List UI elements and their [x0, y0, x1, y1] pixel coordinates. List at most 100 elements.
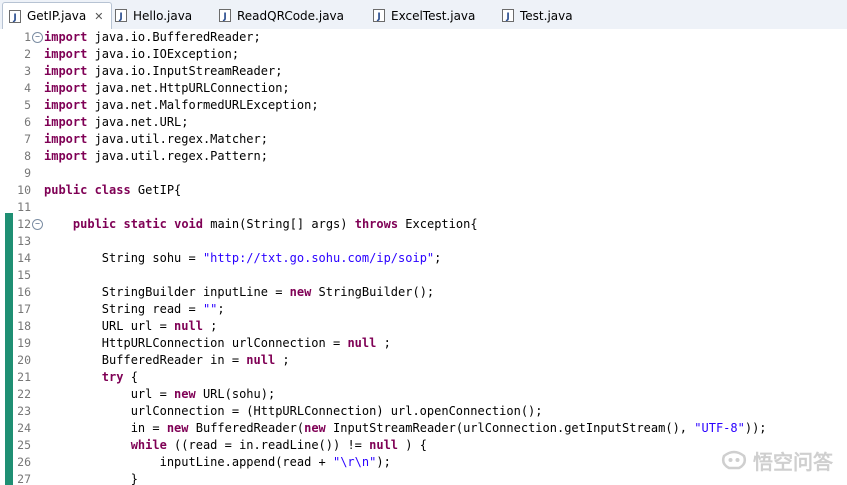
fold-toggle-icon[interactable]: − [32, 32, 43, 43]
string-token: "UTF-8" [694, 421, 745, 435]
line-number: 2 [24, 47, 31, 61]
tab-hello[interactable]: J Hello.java [115, 3, 192, 28]
keyword-token: null [347, 336, 384, 350]
keyword-token: while [130, 438, 167, 452]
code-line[interactable]: 3 import java.io.InputStreamReader; [0, 63, 847, 80]
code-line[interactable]: 7 import java.util.regex.Matcher; [0, 131, 847, 148]
line-number: 12 [17, 217, 31, 231]
code-line[interactable]: 2 import java.io.IOException; [0, 46, 847, 63]
watermark-text: 悟空问答 [753, 450, 833, 474]
line-number: 18 [17, 319, 31, 333]
svg-text:J: J [376, 12, 380, 22]
code-line[interactable]: 14 String sohu = "http://txt.go.sohu.com… [0, 250, 847, 267]
tab-getip[interactable]: J GetIP.java ✕ [2, 2, 112, 29]
tab-label: Test.java [520, 8, 573, 23]
keyword-token: new [289, 285, 312, 299]
code-token: } [44, 472, 138, 485]
java-file-icon: J [219, 9, 231, 22]
line-number: 4 [24, 81, 31, 95]
keyword-token: new [304, 421, 326, 435]
code-line[interactable]: 26 inputLine.append(read + "\r\n"); [0, 454, 847, 471]
code-token: ; [210, 319, 218, 333]
keyword-token: null [246, 353, 283, 367]
code-editor[interactable]: 1− import java.io.BufferedReader; 2 import … [0, 29, 847, 485]
tab-readqrcode[interactable]: J ReadQRCode.java [219, 3, 344, 28]
svg-text:J: J [12, 13, 16, 23]
code-text: in = new BufferedReader(new InputStreamR… [44, 420, 767, 437]
code-line[interactable]: 25 while ((read = in.readLine()) != null… [0, 437, 847, 454]
code-token: ; [282, 353, 290, 367]
line-number: 1 [24, 30, 31, 44]
tab-test[interactable]: J Test.java [502, 3, 573, 28]
code-text: import java.net.MalformedURLException; [44, 97, 319, 114]
line-number: 16 [17, 285, 31, 299]
code-line[interactable]: 17 String read = ""; [0, 301, 847, 318]
code-token: ) { [405, 438, 427, 452]
line-number: 19 [17, 336, 31, 350]
code-line[interactable]: 11 [0, 199, 847, 216]
code-token: java.util.regex.Pattern; [94, 149, 268, 163]
code-line[interactable]: 23 urlConnection = (HttpURLConnection) u… [0, 403, 847, 420]
line-number: 8 [24, 149, 31, 163]
java-file-icon: J [373, 9, 385, 22]
code-line[interactable]: 10 public class GetIP{ [0, 182, 847, 199]
string-token: "\r\n" [332, 455, 377, 469]
code-token: ; [217, 302, 225, 316]
code-token: in = [44, 421, 167, 435]
code-token: URL url = [44, 319, 175, 333]
code-line[interactable]: 19 HttpURLConnection urlConnection = nul… [0, 335, 847, 352]
code-line[interactable]: 1− import java.io.BufferedReader; [0, 29, 847, 46]
code-line[interactable]: 18 URL url = null ; [0, 318, 847, 335]
code-line[interactable]: 13 [0, 233, 847, 250]
code-line[interactable]: 27 } [0, 471, 847, 485]
code-line[interactable]: 20 BufferedReader in = null ; [0, 352, 847, 369]
tab-exceltest[interactable]: J ExcelTest.java [373, 3, 475, 28]
code-text: while ((read = in.readLine()) != null ) … [44, 437, 427, 454]
code-token: java.io.IOException; [94, 47, 240, 61]
code-text: url = new URL(sohu); [44, 386, 276, 403]
tab-label: ReadQRCode.java [237, 8, 345, 23]
code-text: public class GetIP{ [44, 182, 181, 199]
line-number: 13 [17, 234, 31, 248]
code-text: import java.io.BufferedReader; [44, 29, 261, 46]
code-token: java.net.HttpURLConnection; [94, 81, 290, 95]
code-line[interactable]: 16 StringBuilder inputLine = new StringB… [0, 284, 847, 301]
code-token: java.util.regex.Matcher; [94, 132, 268, 146]
code-line[interactable]: 5 import java.net.MalformedURLException; [0, 97, 847, 114]
line-number: 26 [17, 455, 31, 469]
keyword-token: import [44, 98, 95, 112]
code-line[interactable]: 15 [0, 267, 847, 284]
string-token: "" [202, 302, 218, 316]
line-number: 15 [17, 268, 31, 282]
code-line[interactable]: 24 in = new BufferedReader(new InputStre… [0, 420, 847, 437]
code-line[interactable]: 22 url = new URL(sohu); [0, 386, 847, 403]
code-line[interactable]: 9 [0, 165, 847, 182]
code-line[interactable]: 6 import java.net.URL; [0, 114, 847, 131]
line-number: 23 [17, 404, 31, 418]
fold-toggle-icon[interactable]: − [32, 219, 43, 230]
code-text: URL url = null ; [44, 318, 218, 335]
code-line[interactable]: 4 import java.net.HttpURLConnection; [0, 80, 847, 97]
code-token: ; [434, 251, 442, 265]
code-line[interactable]: 12− public static void main(String[] arg… [0, 216, 847, 233]
code-token: GetIP{ [130, 183, 182, 197]
code-token: java.io.BufferedReader; [94, 30, 261, 44]
keyword-token: null [174, 319, 211, 333]
code-line[interactable]: 8 import java.util.regex.Pattern; [0, 148, 847, 165]
code-token: URL(sohu); [195, 387, 276, 401]
keyword-token: public [72, 217, 117, 231]
line-number: 3 [24, 64, 31, 78]
code-token: )); [744, 421, 767, 435]
code-line[interactable]: 21 try { [0, 369, 847, 386]
close-tab-icon[interactable]: ✕ [94, 10, 103, 23]
tab-label: GetIP.java [27, 9, 87, 23]
line-number: 7 [24, 132, 31, 146]
code-text: String read = ""; [44, 301, 225, 318]
code-token: { [123, 370, 138, 384]
code-token: BufferedReader in = [44, 353, 247, 367]
java-file-icon: J [115, 9, 127, 22]
